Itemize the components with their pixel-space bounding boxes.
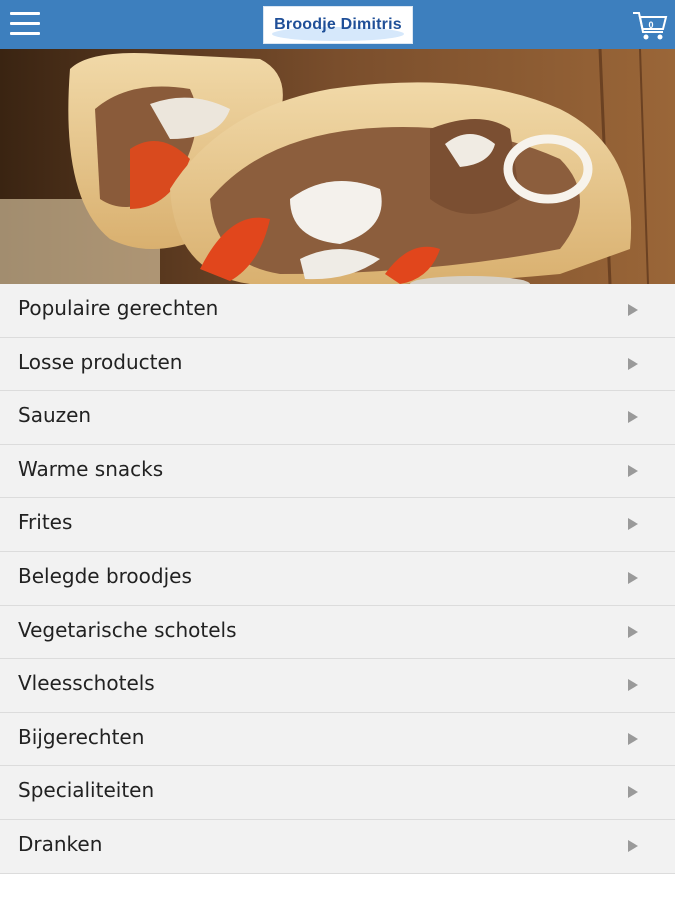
category-item-vegetarische-schotels[interactable]: Vegetarische schotels (0, 605, 675, 660)
category-list: Populaire gerechten Losse producten Sauz… (0, 284, 675, 874)
chevron-right-icon (628, 732, 638, 745)
cart-count-badge: 0 (648, 20, 654, 30)
top-app-bar: Broodje Dimitris 0 (0, 0, 675, 49)
hero-food-image (0, 49, 675, 284)
category-item-populaire-gerechten[interactable]: Populaire gerechten (0, 284, 675, 338)
chevron-right-icon (628, 357, 638, 370)
chevron-right-icon (628, 304, 638, 316)
category-label: Sauzen (18, 403, 92, 428)
category-label: Specialiteiten (18, 778, 155, 803)
category-label: Frites (18, 510, 73, 535)
category-item-specialiteiten[interactable]: Specialiteiten (0, 766, 675, 820)
category-label: Dranken (18, 831, 103, 856)
brand-logo-text: Broodje Dimitris (274, 16, 402, 33)
category-label: Vegetarische schotels (18, 617, 237, 642)
chevron-right-icon (628, 679, 638, 692)
hamburger-menu-icon[interactable] (10, 12, 40, 36)
category-item-warme-snacks[interactable]: Warme snacks (0, 444, 675, 499)
category-item-vleesschotels[interactable]: Vleesschotels (0, 659, 675, 713)
category-label: Bijgerechten (18, 724, 145, 749)
chevron-right-icon (628, 518, 638, 531)
category-label: Losse producten (18, 349, 183, 374)
chevron-right-icon (628, 625, 638, 638)
chevron-right-icon (628, 786, 638, 799)
category-item-dranken[interactable]: Dranken (0, 819, 675, 874)
category-label: Belegde broodjes (18, 563, 192, 588)
category-label: Vleesschotels (18, 671, 155, 696)
chevron-right-icon (628, 839, 638, 852)
category-item-losse-producten[interactable]: Losse producten (0, 337, 675, 392)
chevron-right-icon (628, 464, 638, 477)
category-item-frites[interactable]: Frites (0, 498, 675, 552)
chevron-right-icon (628, 411, 638, 424)
category-label: Warme snacks (18, 456, 164, 481)
category-label: Populaire gerechten (18, 296, 219, 320)
category-item-sauzen[interactable]: Sauzen (0, 391, 675, 445)
category-item-bijgerechten[interactable]: Bijgerechten (0, 712, 675, 767)
shopping-cart-icon[interactable]: 0 (632, 10, 668, 42)
category-item-belegde-broodjes[interactable]: Belegde broodjes (0, 551, 675, 606)
chevron-right-icon (628, 571, 638, 584)
brand-logo: Broodje Dimitris (263, 6, 413, 44)
